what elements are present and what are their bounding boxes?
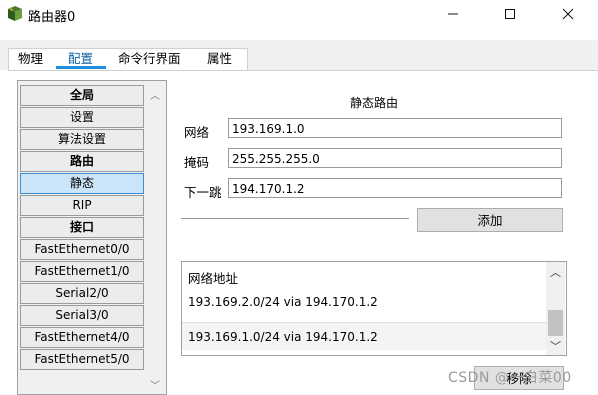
scroll-thumb[interactable]: [548, 310, 563, 336]
title-bar: 路由器0: [0, 0, 598, 28]
close-icon: [562, 8, 574, 20]
route-list-scrollbar[interactable]: ︿ ﹀: [546, 262, 565, 355]
route-list-header: 网络地址: [188, 271, 239, 286]
add-button[interactable]: 添加: [417, 208, 563, 232]
sidebar-header-global[interactable]: 全局: [20, 85, 144, 106]
sidebar-item-serial2-0[interactable]: Serial2/0: [20, 283, 144, 304]
window-title: 路由器0: [28, 10, 76, 25]
close-button[interactable]: [545, 0, 591, 28]
section-title: 静态路由: [350, 96, 399, 110]
sidebar-item-static[interactable]: 静态: [20, 173, 144, 194]
sidebar-item-fa0-0[interactable]: FastEthernet0/0: [20, 239, 144, 260]
sidebar-item-fa5-0[interactable]: FastEthernet5/0: [20, 349, 144, 370]
sidebar-item-algorithm[interactable]: 算法设置: [20, 129, 144, 150]
route-row[interactable]: 193.169.2.0/24 via 194.170.1.2: [182, 288, 546, 316]
minimize-button[interactable]: [430, 0, 476, 28]
mask-label: 掩码: [184, 155, 210, 170]
sidebar-item-fa1-0[interactable]: FastEthernet1/0: [20, 261, 144, 282]
scroll-down-icon[interactable]: ﹀: [150, 377, 160, 392]
next-hop-input[interactable]: 194.170.1.2: [228, 178, 562, 198]
next-hop-label: 下一跳: [184, 185, 222, 200]
divider: [181, 218, 409, 219]
minimize-icon: [448, 13, 458, 15]
active-tab-indicator: [56, 66, 106, 69]
maximize-button[interactable]: [487, 0, 533, 28]
watermark: CSDN @一白菜00: [448, 370, 572, 386]
scroll-down-icon[interactable]: ﹀: [550, 338, 561, 354]
tab-attributes[interactable]: 属性: [207, 48, 232, 67]
network-label: 网络: [184, 125, 210, 140]
tab-cli[interactable]: 命令行界面: [118, 48, 181, 67]
sidebar-item-fa4-0[interactable]: FastEthernet4/0: [20, 327, 144, 348]
sidebar-header-routing[interactable]: 路由: [20, 151, 144, 172]
maximize-icon: [505, 9, 515, 19]
sidebar-item-rip[interactable]: RIP: [20, 195, 144, 216]
sidebar-item-serial3-0[interactable]: Serial3/0: [20, 305, 144, 326]
sidebar-item-settings[interactable]: 设置: [20, 107, 144, 128]
mask-input[interactable]: 255.255.255.0: [228, 148, 562, 168]
router-icon: [8, 6, 22, 21]
sidebar-header-interface[interactable]: 接口: [20, 217, 144, 238]
route-list[interactable]: 网络地址 193.169.2.0/24 via 194.170.1.2 193.…: [181, 261, 567, 356]
sidebar-scrollbar[interactable]: ︿ ﹀: [146, 81, 164, 394]
network-input[interactable]: 193.169.1.0: [228, 118, 562, 138]
scroll-up-icon[interactable]: ︿: [550, 264, 561, 280]
scroll-up-icon[interactable]: ︿: [150, 87, 160, 102]
route-row[interactable]: 193.169.1.0/24 via 194.170.1.2: [182, 322, 546, 350]
tab-config[interactable]: 配置: [68, 48, 93, 67]
sidebar: 全局 设置 算法设置 路由 静态 RIP 接口 FastEthernet0/0 …: [17, 80, 167, 395]
tab-physical[interactable]: 物理: [18, 48, 43, 67]
